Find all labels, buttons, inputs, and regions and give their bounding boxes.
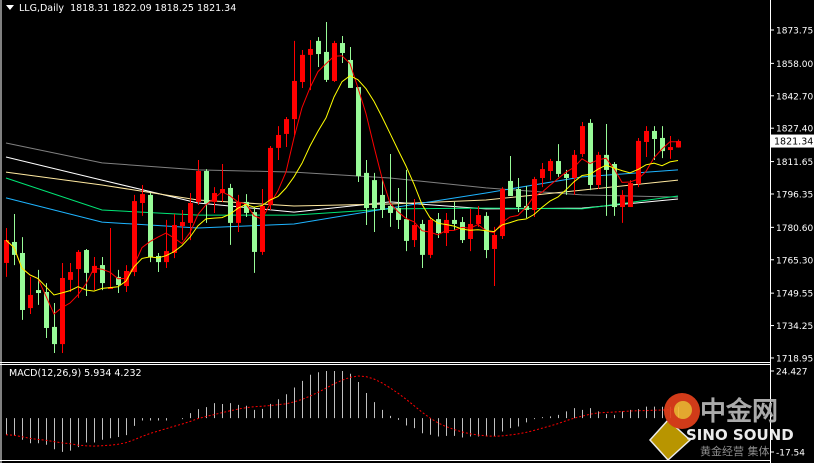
macd-tick-label: 24.427 (776, 368, 808, 378)
candle-body (644, 130, 649, 142)
current-price-value: 1821.34 (774, 137, 813, 148)
candle-body (188, 202, 193, 223)
candle-body (452, 219, 457, 224)
candle-body (548, 161, 553, 171)
logo-text-en: SINO SOUND (686, 426, 794, 444)
current-price-label: 1821.34 (771, 134, 814, 148)
candle-body (556, 161, 561, 174)
price-tick-label: 1734.25 (776, 322, 813, 332)
candle-body (372, 180, 377, 209)
candle-body (100, 265, 105, 284)
candle-body (4, 240, 9, 263)
price-tick-label: 1827.40 (776, 125, 813, 135)
candle-body (460, 222, 465, 241)
candle-body (300, 54, 305, 83)
candle-body (252, 212, 257, 252)
price-tick-label: 1842.70 (776, 92, 813, 102)
candle-body (260, 205, 265, 252)
candle-body (228, 187, 233, 223)
candle-body (36, 290, 41, 294)
candle-body (52, 326, 57, 345)
candle-body (564, 173, 569, 178)
candle-body (668, 147, 673, 151)
candle-body (356, 87, 361, 177)
candle-body (316, 40, 321, 55)
candle-body (340, 43, 345, 53)
candle-body (284, 119, 289, 134)
candle-body (540, 169, 545, 178)
chart-header: LLG,Daily 1818.31 1822.09 1818.25 1821.3… (6, 3, 236, 14)
candle-body (84, 250, 89, 273)
candle-body (516, 189, 521, 208)
candle-body (484, 215, 489, 251)
candle-body (60, 277, 65, 345)
candle-body (476, 215, 481, 224)
candle-body (580, 126, 585, 155)
candle-body (268, 147, 273, 205)
candle-body (92, 265, 97, 273)
candle-body (196, 170, 201, 202)
candle-body (76, 251, 81, 270)
candle-body (28, 294, 33, 309)
price-tick-label: 1796.35 (776, 190, 813, 200)
candle-body (148, 194, 153, 258)
candle-body (468, 223, 473, 240)
candle-73 (588, 119, 593, 191)
candle-body (204, 170, 209, 203)
candle-body (236, 201, 241, 223)
symbol-label: LLG,Daily (19, 3, 65, 14)
candle-body (388, 205, 393, 213)
candle-body (412, 225, 417, 241)
candle-body (532, 179, 537, 210)
candle-body (324, 51, 329, 80)
candle-body (492, 234, 497, 249)
candle-72 (580, 122, 585, 158)
candle-body (380, 194, 385, 210)
candle-body (140, 194, 145, 203)
candle-body (308, 48, 313, 55)
price-tick-label: 1780.60 (776, 224, 813, 234)
price-tick-label: 1858.00 (776, 60, 813, 70)
candle-body (652, 130, 657, 140)
candle-body (604, 154, 609, 170)
candle-44 (356, 87, 361, 183)
candle-body (588, 122, 593, 185)
chart-canvas[interactable]: 1873.75 1858.00 1842.70 1827.40 1811.65 1796.… (0, 0, 814, 463)
candle-body (68, 272, 73, 280)
candle-body (404, 219, 409, 241)
macd-tick-label: -17.54 (776, 449, 805, 459)
candle-body (292, 80, 297, 120)
candle-41 (332, 40, 337, 83)
price-tick-label: 1718.95 (776, 354, 813, 364)
collapse-triangle-icon[interactable] (6, 5, 14, 10)
candle-18 (148, 193, 153, 263)
macd-label: MACD(12,26,9) 5.934 4.232 (9, 368, 142, 379)
candle-78 (628, 180, 633, 208)
logo-text-sub: 黄金经营 集体 (700, 444, 770, 458)
price-tick-label: 1749.55 (776, 290, 813, 300)
candle-53 (428, 216, 433, 259)
candle-body (508, 180, 513, 196)
candle-body (180, 222, 185, 227)
candle-body (620, 194, 625, 208)
candle-body (628, 183, 633, 208)
candle-body (364, 172, 369, 209)
candle-body (436, 219, 441, 234)
candle-body (20, 252, 25, 310)
candle-body (500, 189, 505, 237)
logo-text-cn: 中金网 (700, 396, 778, 427)
candle-body (276, 134, 281, 148)
price-tick-label: 1765.30 (776, 256, 813, 266)
price-tick-label: 1811.65 (776, 158, 813, 168)
candle-62 (500, 187, 505, 240)
candle-body (428, 219, 433, 255)
ohlc-values: 1818.31 1822.09 1818.25 1821.34 (70, 3, 237, 14)
candle-body (332, 43, 337, 81)
candle-body (164, 251, 169, 263)
price-tick-label: 1873.75 (776, 27, 813, 37)
